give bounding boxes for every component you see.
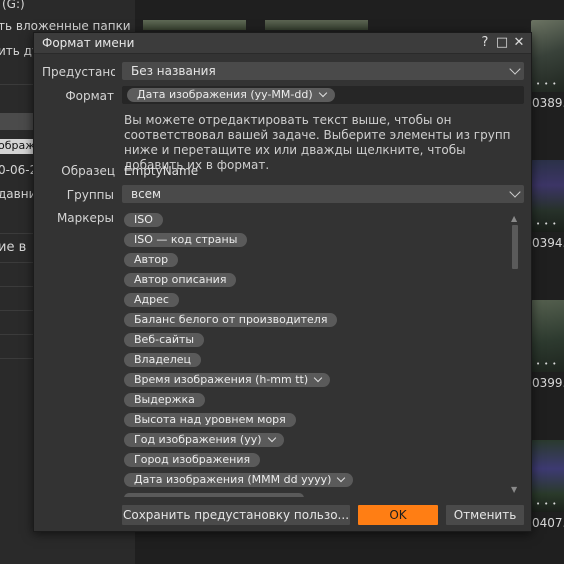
marker-chip[interactable]: Время изображения (h-mm tt) xyxy=(124,373,331,387)
marker-chip[interactable]: Выдержка xyxy=(124,393,205,407)
thumbnail-filename: 0389. xyxy=(532,96,564,110)
marker-chip[interactable] xyxy=(124,493,304,497)
sample-label: Образец xyxy=(61,164,115,178)
format-input[interactable]: Дата изображения (yy-MM-dd) xyxy=(122,86,524,104)
bg-selected-field[interactable]: ображен xyxy=(0,139,34,154)
thumbnail-image[interactable] xyxy=(265,20,368,30)
marker-chip-label: Баланс белого от производителя xyxy=(134,313,328,326)
thumbnail-image[interactable]: ••• xyxy=(531,440,564,512)
chevron-down-icon xyxy=(509,63,521,75)
thumbnail-filename: 0407. xyxy=(532,516,564,530)
markers-scrollbar-thumb[interactable] xyxy=(512,225,518,269)
chevron-down-icon[interactable] xyxy=(318,88,327,98)
preset-dropdown[interactable]: Без названия xyxy=(122,62,524,80)
thumbnail-image[interactable]: ••• xyxy=(531,160,564,232)
marker-chip-label: Дата изображения (MMM dd yyyy) xyxy=(134,473,332,486)
help-icon[interactable]: ? xyxy=(477,34,493,52)
marker-chip[interactable]: Высота над уровнем моря xyxy=(124,413,296,427)
format-token-chip[interactable]: Дата изображения (yy-MM-dd) xyxy=(127,88,335,102)
thumbnail-filename: 0399. xyxy=(532,376,564,390)
marker-chip-label: Время изображения (h-mm tt) xyxy=(134,373,309,386)
marker-chip-label: ISO xyxy=(134,213,153,226)
thumbnail-image[interactable]: ••• xyxy=(531,20,564,92)
marker-chip[interactable]: Год изображения (yy) xyxy=(124,433,284,447)
thumbnail-filename: 0394. xyxy=(532,236,564,250)
bg-drive-label: (G:) xyxy=(2,0,25,11)
scroll-up-icon[interactable]: ▲ xyxy=(511,214,517,223)
dialog-title: Формат имени xyxy=(42,36,135,50)
markers-list: ISO ISO — код страны Автор Автор описания Ад… xyxy=(122,211,522,497)
marker-chip[interactable]: Адрес xyxy=(124,293,179,307)
marker-chip-label: Город изображения xyxy=(134,453,251,466)
groups-dropdown[interactable]: всем xyxy=(122,185,524,203)
marker-chip-label: Автор описания xyxy=(134,273,227,286)
thumbnail-image[interactable] xyxy=(143,20,246,30)
marker-chip-label: Высота над уровнем моря xyxy=(134,413,286,426)
format-label: Формат xyxy=(65,89,114,103)
marker-chip[interactable]: Автор xyxy=(124,253,179,267)
bg-date-value: 0-06-2 xyxy=(0,163,38,177)
markers-label: Маркеры xyxy=(56,211,114,225)
thumbnail-image[interactable]: ••• xyxy=(531,300,564,372)
scroll-down-icon[interactable]: ▼ xyxy=(511,485,517,494)
marker-chip[interactable]: ISO xyxy=(124,213,163,227)
marker-chip-label: Выдержка xyxy=(134,393,195,406)
chevron-down-icon[interactable] xyxy=(313,373,323,383)
marker-chip[interactable]: Город изображения xyxy=(124,453,261,467)
ok-button[interactable]: OK xyxy=(358,505,438,525)
sample-value: EmptyName xyxy=(124,164,199,178)
format-token-label: Дата изображения (yy-MM-dd) xyxy=(137,88,313,101)
chevron-down-icon[interactable] xyxy=(337,473,346,483)
marker-chip-label: Адрес xyxy=(134,293,169,306)
marker-chip[interactable]: ISO — код страны xyxy=(124,233,248,247)
marker-chip-label: Владелец xyxy=(134,353,191,366)
marker-chip-label: Год изображения (yy) xyxy=(134,433,262,446)
preset-label: Предустанов xyxy=(42,65,115,79)
marker-chip[interactable]: Баланс белого от производителя xyxy=(124,313,338,327)
marker-chip-label: Веб-сайты xyxy=(134,333,195,346)
preset-value: Без названия xyxy=(131,64,216,78)
close-icon[interactable]: ✕ xyxy=(511,34,527,52)
save-preset-button[interactable]: Сохранить предустановку пользо... xyxy=(122,505,350,525)
maximize-icon[interactable]: □ xyxy=(494,34,510,52)
chevron-down-icon[interactable] xyxy=(267,433,276,443)
dialog-titlebar[interactable]: Формат имени ? □ ✕ xyxy=(34,33,531,54)
marker-chip-label: Автор xyxy=(134,253,169,266)
chevron-down-icon xyxy=(509,186,521,198)
marker-chip[interactable]: Владелец xyxy=(124,353,201,367)
cancel-button[interactable]: Отменить xyxy=(446,505,524,525)
marker-chip-label: ISO — код страны xyxy=(134,233,238,246)
name-format-dialog: Формат имени ? □ ✕ Предустанов Без назва… xyxy=(33,32,532,532)
bg-subfolders-option[interactable]: ть вложенные папки xyxy=(0,19,131,33)
groups-value: всем xyxy=(131,187,162,201)
bg-recent-value: давни xyxy=(0,187,37,201)
marker-chip[interactable]: Дата изображения (MMM dd yyyy) xyxy=(124,473,354,487)
groups-label: Группы xyxy=(66,188,114,202)
bg-option-label: ие в xyxy=(0,240,27,255)
marker-chip[interactable]: Веб-сайты xyxy=(124,333,205,347)
marker-chip[interactable]: Автор описания xyxy=(124,273,237,287)
